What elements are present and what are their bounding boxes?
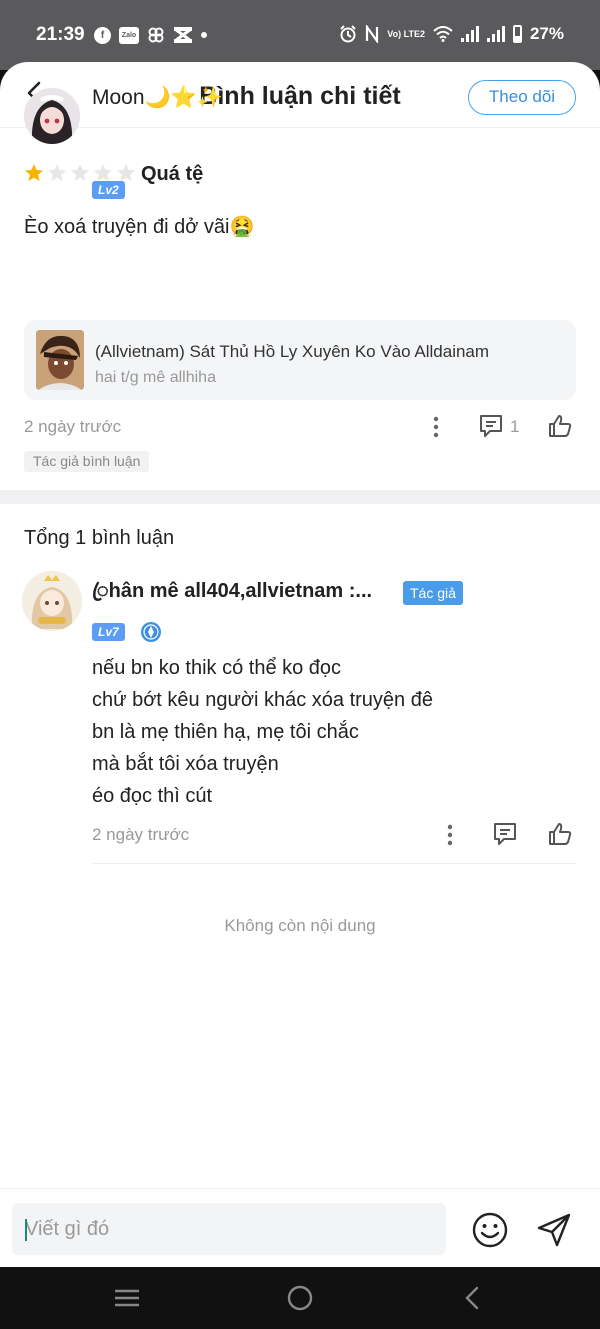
avatar-image bbox=[22, 571, 82, 631]
text-caret bbox=[25, 1219, 27, 1241]
username[interactable]: ꦿhân mê all404,allvietnam :... bbox=[92, 576, 372, 616]
facebook-icon: f bbox=[94, 26, 111, 44]
reply-line: chứ bớt kêu người khác xóa truyện đê bbox=[92, 689, 433, 711]
system-nav-bar bbox=[0, 1267, 600, 1329]
end-of-content-label: Không còn nội dung bbox=[224, 916, 376, 935]
reply-line: éo đọc thì cút bbox=[92, 785, 213, 807]
capcut-icon bbox=[174, 27, 192, 43]
emoji-button[interactable] bbox=[471, 1211, 509, 1249]
signal-1-icon bbox=[460, 26, 479, 42]
total-comments-label: Tổng 1 bình luận bbox=[24, 527, 175, 549]
vip-badge-icon bbox=[141, 622, 161, 642]
reply-line: nếu bn ko thik có thể ko đọc bbox=[92, 657, 342, 679]
nav-back-button[interactable] bbox=[458, 1283, 488, 1313]
status-time: 21:39 bbox=[36, 24, 85, 45]
reply-time: 2 ngày trước bbox=[92, 825, 190, 844]
nfc-icon bbox=[366, 25, 379, 43]
more-options-button[interactable] bbox=[438, 823, 462, 847]
alarm-icon bbox=[340, 25, 357, 43]
battery-icon bbox=[512, 25, 522, 43]
reply-line: mà bắt tôi xóa truyện bbox=[92, 753, 279, 775]
status-bar: 21:39 f Zalo Vo) LTE2 27% bbox=[0, 0, 600, 70]
avatar[interactable] bbox=[22, 571, 82, 631]
send-button[interactable] bbox=[535, 1211, 573, 1249]
wifi-icon bbox=[433, 26, 453, 42]
signal-2-icon bbox=[486, 26, 505, 42]
reply-button[interactable] bbox=[492, 821, 518, 847]
zalo-icon: Zalo bbox=[119, 26, 139, 44]
home-button[interactable] bbox=[285, 1283, 315, 1313]
level-badge: Lv7 bbox=[92, 623, 125, 641]
app-icon bbox=[148, 27, 164, 43]
system-icons: Vo) LTE2 27% bbox=[339, 24, 564, 44]
notification-icons: f Zalo bbox=[94, 26, 207, 44]
comment-input[interactable] bbox=[12, 1203, 446, 1255]
comment-detail-screen: Bình luận chi tiết Moon🌙⭐✨ Lv2 Theo dõi bbox=[0, 62, 600, 1267]
reply-divider bbox=[92, 863, 576, 864]
more-notifications-dot bbox=[201, 32, 207, 38]
recent-apps-button[interactable] bbox=[112, 1283, 142, 1313]
replies-section: Tổng 1 bình luận ꦿhân mê all404,allvietn… bbox=[0, 62, 600, 1000]
battery-percent: 27% bbox=[529, 24, 564, 43]
author-badge: Tác giả bbox=[403, 581, 463, 605]
reply-line: bn là mẹ thiên hạ, mẹ tôi chắc bbox=[92, 721, 359, 743]
reply-text: nếu bn ko thik có thể ko đọc chứ bớt kêu… bbox=[92, 652, 433, 812]
network-label: Vo) LTE2 bbox=[387, 28, 425, 39]
comment-input-bar bbox=[0, 1188, 600, 1267]
like-button[interactable] bbox=[547, 821, 573, 847]
